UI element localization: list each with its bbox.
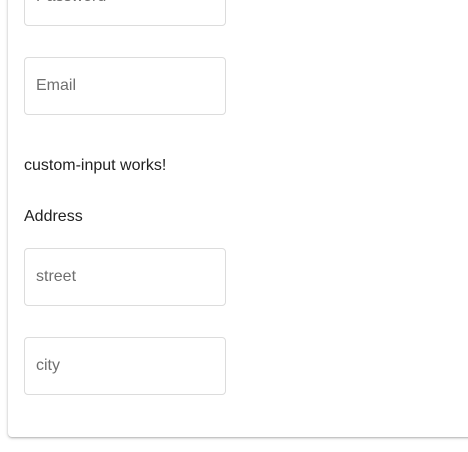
address-heading: Address xyxy=(24,208,83,225)
street-field[interactable] xyxy=(24,248,226,306)
email-field[interactable] xyxy=(24,57,226,115)
custom-input-message: custom-input works! xyxy=(24,157,167,174)
password-field[interactable] xyxy=(24,0,226,26)
city-field[interactable] xyxy=(24,337,226,395)
